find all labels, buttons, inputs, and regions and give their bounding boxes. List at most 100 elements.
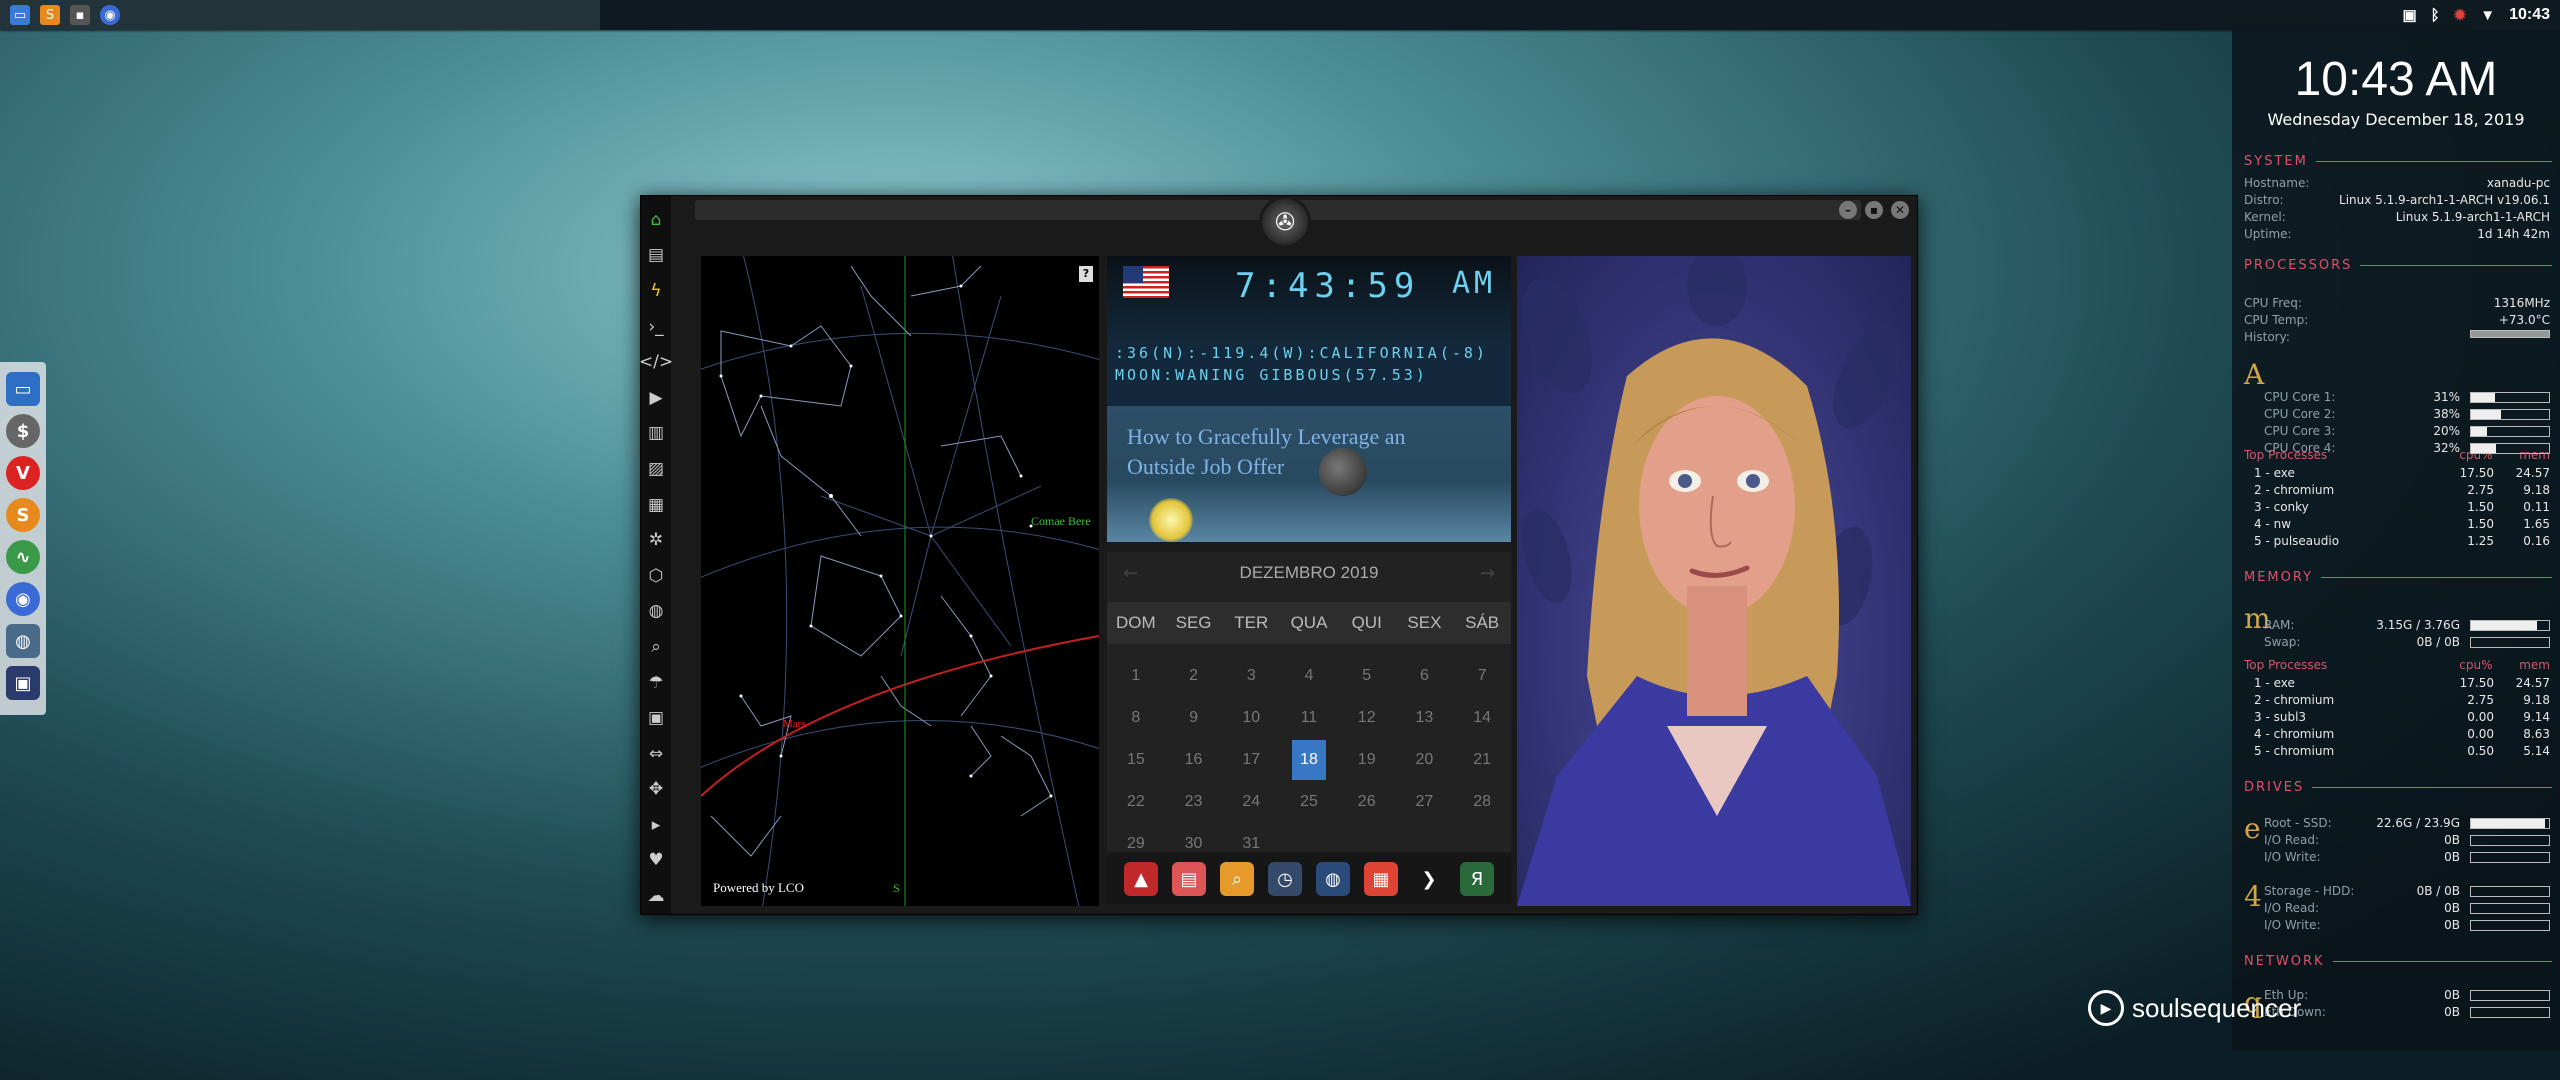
umbrella-icon[interactable]: ☂ (644, 665, 668, 701)
prev-month-button[interactable]: ← (1123, 563, 1138, 584)
youtube-icon[interactable]: ▸ (644, 807, 668, 843)
calendar-day[interactable]: 28 (1453, 782, 1511, 822)
system-monitor-panel: 10:43 AM Wednesday December 18, 2019 SYS… (2232, 30, 2560, 1050)
calendar-day[interactable]: 21 (1453, 740, 1511, 780)
chromium-icon[interactable]: ◉ (100, 5, 120, 25)
web-app-icon[interactable]: ◍ (1316, 862, 1350, 896)
calendar-day[interactable]: 23 (1165, 782, 1223, 822)
sublime-text-icon[interactable]: S (6, 498, 40, 532)
bluetooth-icon[interactable]: ᛒ (2431, 7, 2440, 24)
usage-bar (2470, 392, 2550, 403)
vivaldi-icon[interactable]: V (6, 456, 40, 490)
image-icon[interactable]: ▨ (644, 451, 668, 487)
cpu-row: CPU Temp: +73.0°C (2244, 313, 2550, 327)
calendar-day[interactable]: 14 (1453, 698, 1511, 738)
cpu-history-row: History: (2244, 330, 2550, 344)
screenshot-icon[interactable]: ▣ (6, 666, 40, 700)
weekday-label: DOM (1116, 613, 1156, 632)
network-icon[interactable]: ⬡ (644, 558, 668, 594)
calendar-day[interactable]: 20 (1396, 740, 1454, 780)
calendar-day[interactable]: 22 (1107, 782, 1165, 822)
chromium-icon[interactable]: ◉ (6, 582, 40, 616)
gear-icon[interactable]: ✲ (644, 522, 668, 558)
link-icon[interactable]: ⇔ (644, 736, 668, 772)
calendar-day[interactable]: 1 (1107, 656, 1165, 696)
yandex-app-icon[interactable]: Я (1460, 862, 1494, 896)
update-icon[interactable]: ✹ (2454, 6, 2467, 24)
calendar-day[interactable]: 27 (1396, 782, 1454, 822)
monitor-row: I/O Read: 0B (2264, 833, 2550, 847)
taskbar: ▭ S ▪ ◉ (0, 0, 600, 30)
digital-ampm: AM (1452, 266, 1497, 301)
calendar-day[interactable]: 5 (1338, 656, 1396, 696)
moon-phase: MOON:WANING GIBBOUS(57.53) (1115, 366, 1428, 384)
sublime-icon[interactable]: S (40, 5, 60, 25)
calendar-app-icon[interactable]: ▤ (1172, 862, 1206, 896)
drives-section-title: DRIVES (2244, 780, 2552, 795)
calendar-day[interactable]: 11 (1280, 698, 1338, 738)
calendar-day[interactable]: 8 (1107, 698, 1165, 738)
heart-icon[interactable]: ♥ (644, 843, 668, 879)
sky-map[interactable]: ? Comae Bere Mars S Powered by LCO (701, 256, 1099, 906)
calendar-active-icon[interactable]: ▦ (1364, 862, 1398, 896)
news-headline-widget[interactable]: How to Gracefully Leverage an Outside Jo… (1107, 406, 1511, 542)
contact-icon[interactable]: ▣ (644, 700, 668, 736)
calendar-day[interactable]: 19 (1338, 740, 1396, 780)
clock-app-icon[interactable]: ◷ (1268, 862, 1302, 896)
window-manager-icon[interactable]: ▭ (6, 372, 40, 406)
calendar-day[interactable]: 24 (1222, 782, 1280, 822)
search-app-icon[interactable]: ⌕ (1220, 862, 1254, 896)
code-icon[interactable]: </> (639, 344, 673, 380)
calendar-day[interactable]: 25 (1280, 782, 1338, 822)
document-icon[interactable]: ▤ (644, 238, 668, 274)
monitor-row: I/O Write: 0B (2264, 850, 2550, 864)
globe-icon[interactable]: ◍ (644, 594, 668, 630)
process-row: 4 - chromium 0.00 8.63 (2254, 727, 2550, 741)
wifi-icon[interactable]: ▼ (2480, 7, 2495, 24)
calendar-day[interactable]: 26 (1338, 782, 1396, 822)
calendar-day[interactable]: 4 (1280, 656, 1338, 696)
calendar-day-today[interactable]: 18 (1292, 740, 1326, 780)
close-button[interactable]: ✕ (1891, 201, 1909, 219)
calendar-title: DEZEMBRO 2019 (1239, 563, 1379, 582)
calendar-day[interactable]: 7 (1453, 656, 1511, 696)
home-icon[interactable]: ⌂ (644, 202, 668, 238)
processors-section-title: PROCESSORS (2244, 258, 2552, 273)
search-icon[interactable]: ⌕ (644, 629, 668, 665)
globe-icon[interactable]: ◍ (6, 624, 40, 658)
calendar-day[interactable]: 13 (1396, 698, 1454, 738)
next-month-button[interactable]: → (1480, 563, 1495, 584)
maximize-button[interactable]: ▪ (1865, 201, 1883, 219)
play-icon[interactable]: ▶ (644, 380, 668, 416)
calendar-day[interactable]: 9 (1165, 698, 1223, 738)
us-flag-icon (1123, 266, 1169, 298)
dollar-icon[interactable]: $ (6, 414, 40, 448)
process-row: 1 - exe 17.50 24.57 (2254, 466, 2550, 480)
bolt-icon[interactable]: ϟ (644, 273, 668, 309)
tray-clock[interactable]: 10:43 (2509, 6, 2550, 24)
monitor-row: I/O Write: 0B (2264, 918, 2550, 932)
calendar-day[interactable]: 16 (1165, 740, 1223, 780)
calendar-day[interactable]: 12 (1338, 698, 1396, 738)
cloud-icon[interactable]: ☁ (644, 878, 668, 914)
calendar-day[interactable]: 10 (1222, 698, 1280, 738)
calendar-day[interactable]: 15 (1107, 740, 1165, 780)
calendar-day[interactable]: 2 (1165, 656, 1223, 696)
expand-icon[interactable]: ✥ (644, 772, 668, 808)
pulse-icon[interactable]: ∿ (6, 540, 40, 574)
terminal-icon[interactable]: ▪ (70, 5, 90, 25)
files-icon[interactable]: ▭ (10, 5, 30, 25)
headline-link[interactable]: How to Gracefully Leverage an Outside Jo… (1127, 422, 1457, 482)
monitor-row: CPU Core 2: 38% (2264, 407, 2550, 421)
arrow-app-icon[interactable]: ❯ (1412, 862, 1446, 896)
sky-help-button[interactable]: ? (1079, 266, 1093, 282)
screenshot-tray-icon[interactable]: ▣ (2402, 6, 2416, 24)
terminal-icon[interactable]: ›_ (644, 309, 668, 345)
arch-icon[interactable]: ▲ (1124, 862, 1158, 896)
book-icon[interactable]: ▥ (644, 416, 668, 452)
calendar-day[interactable]: 6 (1396, 656, 1454, 696)
minimize-button[interactable]: – (1839, 201, 1857, 219)
calendar-day[interactable]: 17 (1222, 740, 1280, 780)
news-icon[interactable]: ▦ (644, 487, 668, 523)
calendar-day[interactable]: 3 (1222, 656, 1280, 696)
